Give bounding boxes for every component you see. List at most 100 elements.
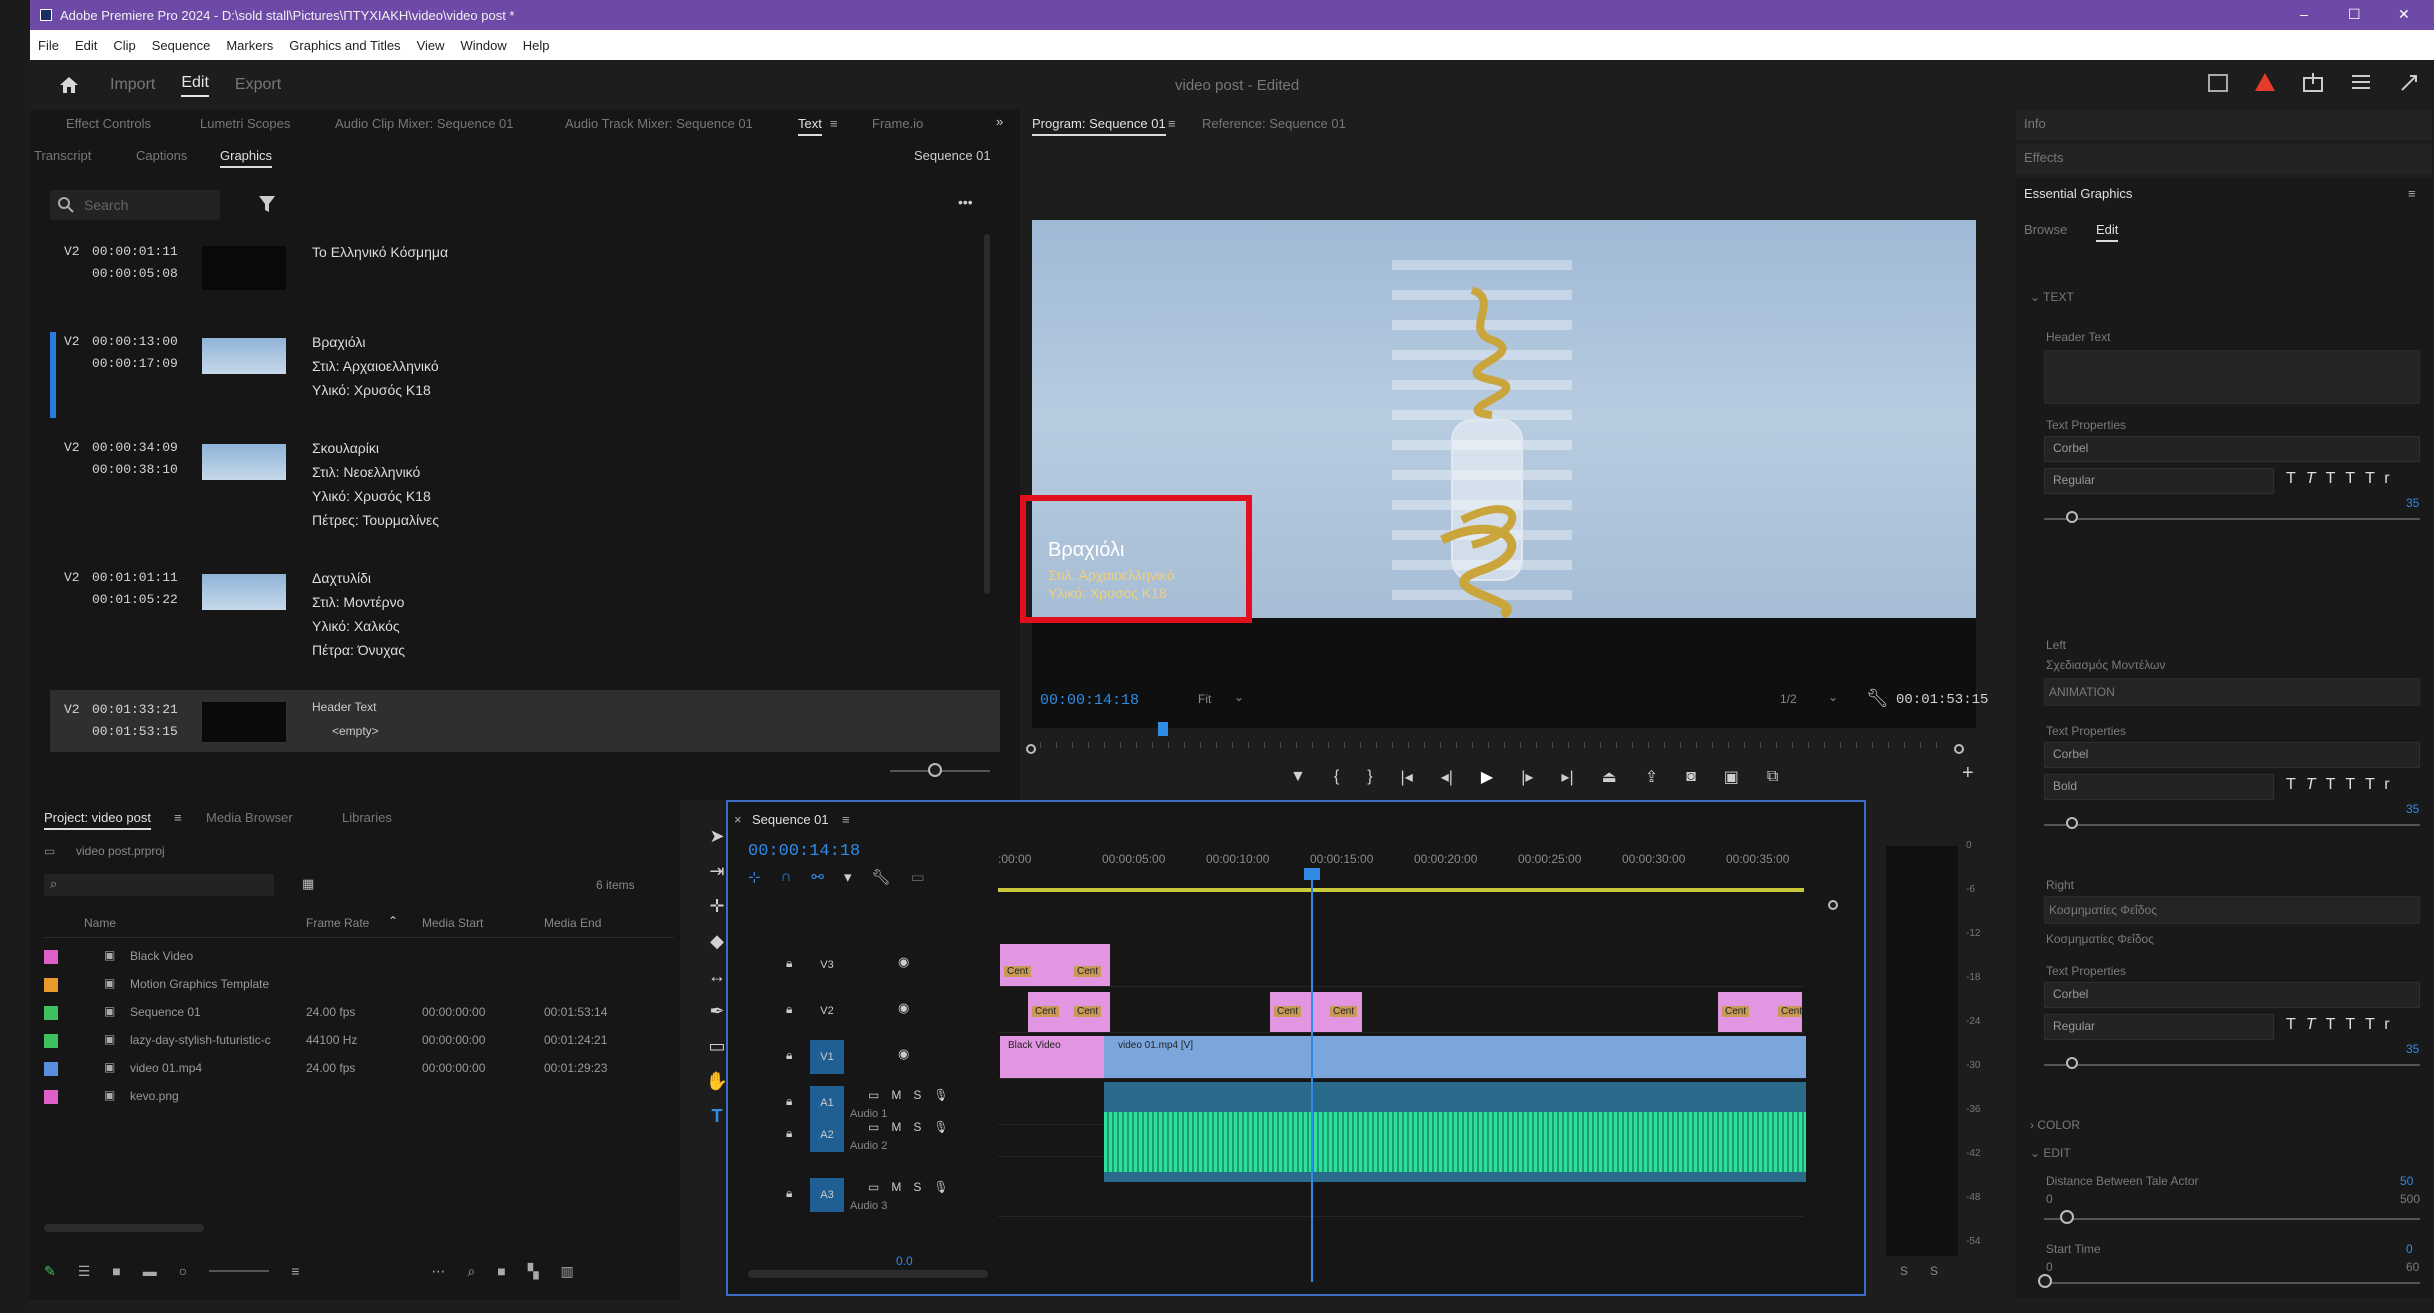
v1-video-clip[interactable]: video 01.mp4 [V]	[1104, 1036, 1806, 1078]
wrench-icon[interactable]: 🔧︎	[1866, 688, 1889, 709]
lock-icon[interactable]: 🔒︎	[786, 1002, 792, 1017]
graphics-item[interactable]: V2 00:01:01:11 00:01:05:22 Δαχτυλίδι Στι…	[30, 568, 990, 688]
distance-knob[interactable]	[2060, 1210, 2074, 1224]
icon-view-icon[interactable]: ■	[112, 1263, 120, 1279]
proxy-toggle-icon[interactable]: ⧉	[1767, 768, 1778, 786]
lock-icon[interactable]: 🔒︎	[786, 1094, 792, 1109]
sort-up-icon[interactable]: ⌃	[388, 914, 398, 928]
v3-clip[interactable]: Cent Cent	[1000, 944, 1110, 986]
mark-in-icon[interactable]: {	[1334, 768, 1339, 786]
menu-markers[interactable]: Markers	[226, 38, 273, 53]
add-marker-icon[interactable]: ▾	[844, 868, 852, 886]
panel-menu-icon[interactable]: ≡	[174, 810, 182, 825]
insert-sequence-icon[interactable]: ⊹	[748, 868, 761, 886]
step-back-icon[interactable]: ◂|	[1441, 767, 1453, 787]
tab-essential-graphics[interactable]: Essential Graphics	[2024, 186, 2132, 201]
font-size-slider[interactable]	[2044, 1064, 2420, 1066]
sort-icon[interactable]: ≡	[291, 1263, 299, 1279]
text-style-buttons[interactable]: TTTTTr	[2286, 1016, 2400, 1034]
share-icon[interactable]	[2302, 72, 2324, 92]
tab-media-browser[interactable]: Media Browser	[206, 810, 293, 825]
alert-icon[interactable]	[2254, 72, 2276, 92]
menu-edit[interactable]: Edit	[75, 38, 97, 53]
eye-icon[interactable]: ◉	[898, 954, 909, 970]
add-button-icon[interactable]: +	[1962, 762, 1974, 785]
work-area-bar[interactable]	[998, 888, 1804, 892]
tab-frameio[interactable]: Frame.io	[872, 116, 923, 131]
lock-icon[interactable]: 🔒︎	[786, 1126, 792, 1141]
panel-menu-icon[interactable]: ≡	[2408, 186, 2416, 201]
track-header[interactable]: A2 🔒︎ Audio 2 ▭MS🎙︎	[738, 1114, 988, 1154]
tab-text[interactable]: Text	[798, 116, 822, 136]
font-size-value[interactable]: 35	[2406, 496, 2419, 510]
v2-clip[interactable]: Cent Cent	[1718, 992, 1802, 1032]
text-style-buttons[interactable]: TTTTTr	[2286, 776, 2400, 794]
project-row[interactable]: ▣ kevo.png	[44, 1084, 674, 1110]
project-h-scrollbar[interactable]	[44, 1224, 204, 1232]
tab-reference[interactable]: Reference: Sequence 01	[1202, 116, 1346, 131]
new-bin-icon[interactable]: ■	[497, 1263, 505, 1279]
font-select[interactable]: Corbel	[2044, 742, 2420, 768]
solo-right[interactable]: S	[1930, 1264, 1938, 1278]
panel-menu-icon[interactable]: ≡	[1168, 116, 1176, 131]
label-color-swatch[interactable]	[44, 1062, 58, 1076]
font-size-knob[interactable]	[2066, 511, 2078, 523]
menu-help[interactable]: Help	[523, 38, 550, 53]
font-size-value[interactable]: 35	[2406, 1042, 2419, 1056]
distance-slider[interactable]	[2044, 1218, 2420, 1220]
col-frame-rate[interactable]: Frame Rate	[306, 916, 369, 930]
right-layer-1[interactable]: Κοσμηματίες Φεΐδος	[2044, 896, 2420, 924]
track-header[interactable]: V1 🔒︎ ◉	[738, 1036, 988, 1076]
lift-icon[interactable]: ⏏	[1602, 767, 1617, 787]
eye-icon[interactable]: ◉	[898, 1046, 909, 1062]
minimize-button[interactable]: –	[2300, 6, 2308, 22]
menu-view[interactable]: View	[417, 38, 445, 53]
a2-audio-clip[interactable]	[1104, 1082, 1806, 1182]
text-style-buttons[interactable]: TTTTTr	[2286, 470, 2400, 488]
timeline-h-scrollbar[interactable]	[748, 1270, 988, 1278]
lock-icon[interactable]: 🔒︎	[786, 956, 792, 971]
fit-dropdown[interactable]: Fit	[1198, 692, 1211, 706]
font-size-value[interactable]: 35	[2406, 802, 2419, 816]
step-forward-icon[interactable]: |▸	[1521, 767, 1533, 787]
tab-effect-controls[interactable]: Effect Controls	[66, 116, 151, 131]
quick-export-icon[interactable]	[2208, 74, 2228, 92]
tab-effects[interactable]: Effects	[2024, 150, 2064, 165]
mute-solo-icons[interactable]: ▭MS🎙︎	[868, 1120, 961, 1134]
playhead-handle[interactable]	[1304, 868, 1320, 880]
thumb-size-knob[interactable]	[928, 763, 942, 777]
tab-edit[interactable]: Edit	[181, 74, 209, 97]
close-button[interactable]: ✕	[2398, 6, 2410, 23]
scrub-ruler[interactable]	[1040, 742, 1950, 748]
program-timecode[interactable]: 00:00:14:18	[1040, 692, 1139, 709]
zoom-knob-icon[interactable]: ○	[179, 1263, 187, 1279]
subtab-graphics[interactable]: Graphics	[220, 148, 273, 168]
menu-graphics[interactable]: Graphics and Titles	[289, 38, 400, 53]
export-frame-icon[interactable]: ◙	[1686, 768, 1696, 786]
more-icon[interactable]: •••	[958, 194, 973, 210]
track-header[interactable]: A3 🔒︎ Audio 3 ▭MS🎙︎	[738, 1174, 988, 1214]
graphics-item[interactable]: V2 00:00:13:00 00:00:17:09 Βραχιόλι Στιλ…	[30, 332, 990, 432]
tab-import[interactable]: Import	[110, 76, 155, 94]
panel-menu-icon[interactable]: ≡	[830, 116, 838, 131]
menu-clip[interactable]: Clip	[113, 38, 135, 53]
resolution-dropdown[interactable]: 1/2	[1780, 692, 1797, 706]
trash-icon[interactable]: ▥	[561, 1263, 574, 1280]
in-handle[interactable]	[1026, 744, 1036, 754]
fullscreen-icon[interactable]	[2398, 72, 2420, 92]
v1-black-video-clip[interactable]: Black Video	[1000, 1036, 1104, 1078]
tab-lumetri-scopes[interactable]: Lumetri Scopes	[200, 116, 290, 131]
comparison-view-icon[interactable]: ▣	[1724, 767, 1739, 787]
graphics-item[interactable]: V2 00:00:01:11 00:00:05:08 Το Ελληνικό Κ…	[30, 232, 990, 332]
header-text-field[interactable]	[2044, 350, 2420, 404]
automate-icon[interactable]: ⋯	[431, 1263, 445, 1280]
tab-program[interactable]: Program: Sequence 01	[1032, 116, 1166, 136]
font-size-knob[interactable]	[2066, 817, 2078, 829]
font-select[interactable]: Corbel	[2044, 436, 2420, 462]
go-to-out-icon[interactable]: ▸|	[1561, 767, 1573, 787]
chevron-down-icon[interactable]: ⌄	[1234, 690, 1244, 704]
graphics-item[interactable]: V2 00:00:34:09 00:00:38:10 Σκουλαρίκι Στ…	[30, 438, 990, 558]
style-select[interactable]: Bold	[2044, 774, 2274, 800]
subtab-browse[interactable]: Browse	[2024, 222, 2067, 237]
pencil-icon[interactable]: ✎	[44, 1263, 56, 1280]
